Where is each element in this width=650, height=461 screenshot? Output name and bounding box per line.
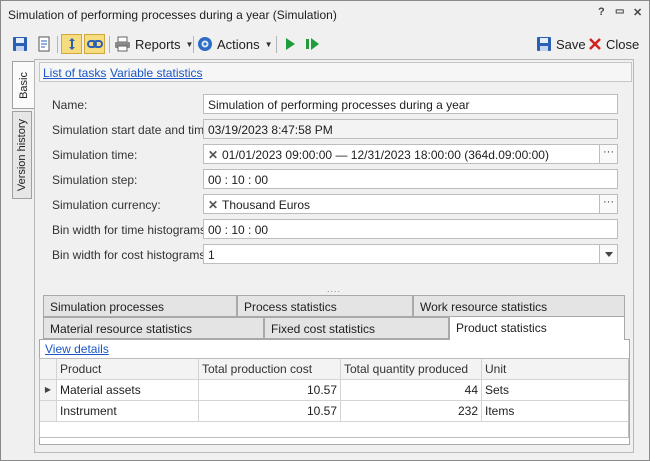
currency-browse-button[interactable]: ··· xyxy=(599,195,617,213)
table-cell-unit[interactable]: Items xyxy=(482,401,628,422)
view-details-link[interactable]: View details xyxy=(45,342,109,356)
table-cell-quantity[interactable]: 232 xyxy=(341,401,482,422)
start-date-field: 03/19/2023 8:47:58 PM xyxy=(203,119,618,139)
document-button[interactable] xyxy=(36,34,52,54)
tab-simulation-processes[interactable]: Simulation processes xyxy=(43,295,237,317)
window-title: Simulation of performing processes durin… xyxy=(8,8,337,22)
vertical-arrows-icon xyxy=(68,38,75,50)
run-step-button[interactable] xyxy=(305,34,320,54)
table-cell-cost[interactable]: 10.57 xyxy=(199,401,341,422)
simulation-time-label: Simulation time: xyxy=(52,148,138,162)
start-date-value: 03/19/2023 8:47:58 PM xyxy=(208,123,333,137)
side-tab-basic-label: Basic xyxy=(18,71,30,99)
tab-label: Material resource statistics xyxy=(50,322,193,336)
bin-time-field[interactable]: 00 : 10 : 00 xyxy=(203,219,618,239)
splitter-handle[interactable]: .... xyxy=(327,284,341,294)
chevron-down-icon: ▼ xyxy=(264,39,273,49)
actions-label: Actions xyxy=(217,36,260,52)
tab-product-statistics[interactable]: Product statistics xyxy=(449,316,625,340)
column-header-total-production-cost[interactable]: Total production cost xyxy=(199,359,341,380)
clear-icon[interactable]: ✕ xyxy=(208,148,222,162)
side-tab-version-history-label: Version history xyxy=(16,118,28,192)
tab-label: Simulation processes xyxy=(50,300,165,314)
list-of-tasks-link[interactable]: List of tasks xyxy=(43,66,106,80)
document-icon xyxy=(38,36,50,52)
tab-fixed-cost-statistics[interactable]: Fixed cost statistics xyxy=(264,317,449,339)
bin-cost-label: Bin width for cost histograms: xyxy=(52,248,209,262)
link-toggle[interactable] xyxy=(84,34,105,54)
run-button[interactable] xyxy=(283,34,297,54)
reports-label: Reports xyxy=(135,36,181,52)
table-cell-product[interactable]: Instrument xyxy=(57,401,199,422)
actions-gear-icon xyxy=(198,37,212,51)
tab-label: Process statistics xyxy=(244,300,337,314)
link-bar: List of tasks Variable statistics xyxy=(39,62,632,82)
close-button[interactable]: Close xyxy=(588,34,639,54)
table-cell-cost[interactable]: 10.57 xyxy=(199,380,341,401)
save-label: Save xyxy=(556,36,586,52)
table-cell-quantity[interactable]: 44 xyxy=(341,380,482,401)
tab-label: Product statistics xyxy=(456,321,547,335)
floppy-icon xyxy=(13,37,27,51)
close-label: Close xyxy=(606,36,640,52)
title-bar: Simulation of performing processes durin… xyxy=(1,1,649,27)
reports-menu[interactable]: Reports ▼ xyxy=(114,34,193,54)
name-field[interactable]: Simulation of performing processes durin… xyxy=(203,94,618,114)
tab-label: Fixed cost statistics xyxy=(271,322,376,336)
simulation-window: Simulation of performing processes durin… xyxy=(0,0,650,461)
row-indicator xyxy=(40,401,57,422)
table-cell-product[interactable]: Material assets xyxy=(57,380,199,401)
column-header-unit[interactable]: Unit xyxy=(482,359,628,380)
simulation-step-label: Simulation step: xyxy=(52,173,138,187)
actions-menu[interactable]: Actions ▼ xyxy=(197,34,273,54)
simulation-step-value: 00 : 10 : 00 xyxy=(208,173,269,187)
simulation-step-field[interactable]: 00 : 10 : 00 xyxy=(203,169,618,189)
column-header-product[interactable]: Product xyxy=(57,359,199,380)
bin-cost-field[interactable]: 1 xyxy=(203,244,618,264)
clear-icon[interactable]: ✕ xyxy=(208,198,222,212)
side-tab-version-history[interactable]: Version history xyxy=(12,111,32,199)
tab-process-statistics[interactable]: Process statistics xyxy=(237,295,413,317)
printer-icon xyxy=(115,36,130,52)
bin-time-label: Bin width for time histograms: xyxy=(52,223,210,237)
chain-link-icon xyxy=(86,40,103,48)
fit-vertical-toggle[interactable] xyxy=(61,34,82,54)
window-close-button[interactable]: ✕ xyxy=(633,6,642,19)
currency-field[interactable]: ✕ Thousand Euros ··· xyxy=(203,194,618,214)
currency-value: Thousand Euros xyxy=(222,198,311,212)
close-x-icon xyxy=(589,38,601,50)
chevron-down-icon xyxy=(604,251,613,257)
save-disk-button[interactable] xyxy=(12,34,28,54)
help-button[interactable]: ? xyxy=(598,6,605,18)
header-indicator xyxy=(40,359,57,380)
table-cell-unit[interactable]: Sets xyxy=(482,380,628,401)
bin-cost-dropdown-button[interactable] xyxy=(599,245,617,263)
tab-material-resource-statistics[interactable]: Material resource statistics xyxy=(43,317,264,339)
start-date-label: Simulation start date and time: xyxy=(52,123,215,137)
name-value: Simulation of performing processes durin… xyxy=(208,98,470,112)
toolbar: Reports ▼ Actions ▼ Save Close xyxy=(1,31,649,57)
tab-work-resource-statistics[interactable]: Work resource statistics xyxy=(413,295,625,317)
step-play-icon xyxy=(306,38,319,50)
bin-time-value: 00 : 10 : 00 xyxy=(208,223,269,237)
tab-label: Work resource statistics xyxy=(420,300,548,314)
currency-label: Simulation currency: xyxy=(52,198,161,212)
simulation-time-browse-button[interactable]: ··· xyxy=(599,145,617,163)
product-statistics-table: Product Total production cost Total quan… xyxy=(39,358,629,438)
simulation-time-value: 01/01/2023 09:00:00 — 12/31/2023 18:00:0… xyxy=(222,148,549,162)
side-tab-basic[interactable]: Basic xyxy=(12,61,35,109)
column-header-total-quantity-produced[interactable]: Total quantity produced xyxy=(341,359,482,380)
simulation-time-field[interactable]: ✕ 01/01/2023 09:00:00 — 12/31/2023 18:00:… xyxy=(203,144,618,164)
variable-statistics-link[interactable]: Variable statistics xyxy=(110,66,202,80)
bin-cost-value: 1 xyxy=(208,248,215,262)
save-button[interactable]: Save xyxy=(536,34,586,54)
name-label: Name: xyxy=(52,98,88,112)
play-icon xyxy=(286,38,295,50)
restore-button[interactable]: ▭ xyxy=(615,6,624,17)
floppy-icon xyxy=(537,37,551,51)
row-indicator-arrow-icon: ▶ xyxy=(40,380,57,401)
